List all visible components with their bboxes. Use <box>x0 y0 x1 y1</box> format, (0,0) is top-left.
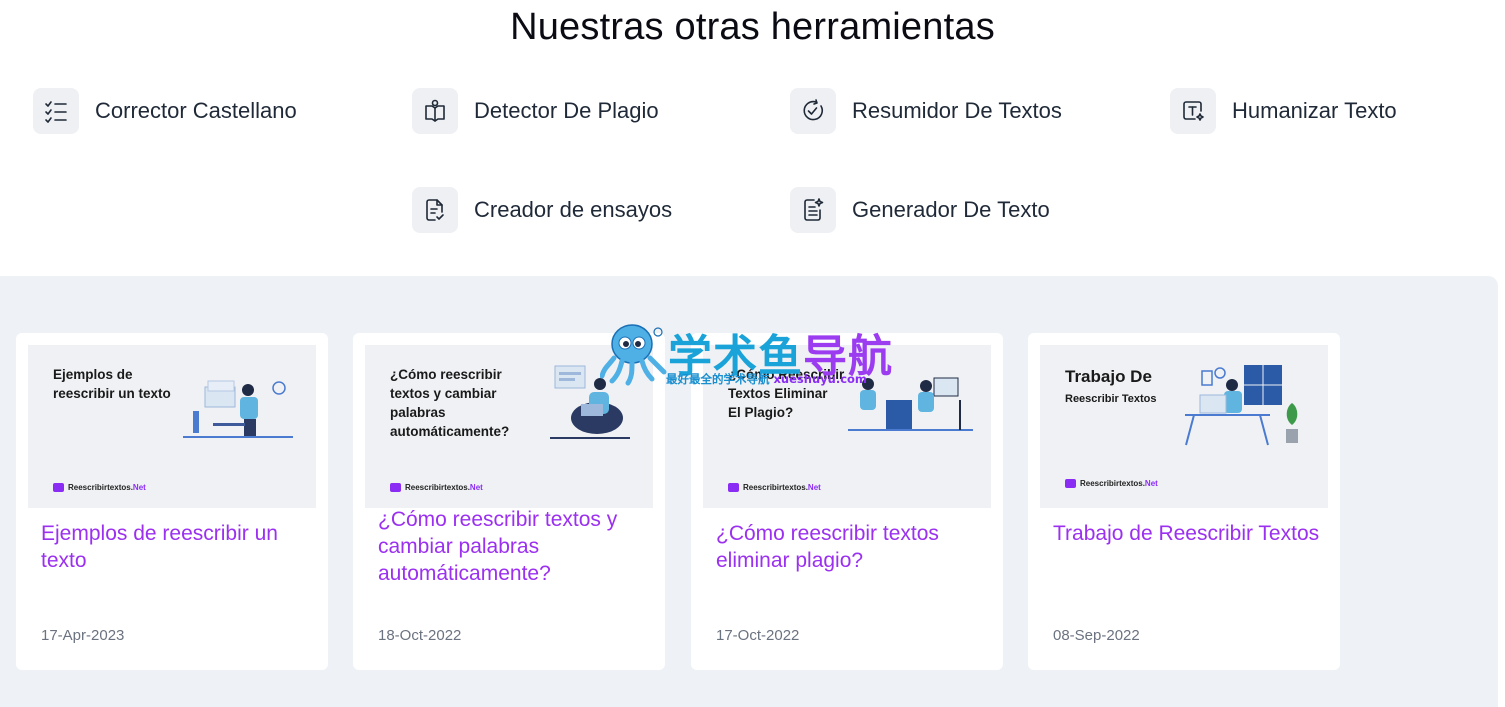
article-thumbnail[interactable]: Ejemplos de reescribir un texto Reescrib… <box>28 345 316 508</box>
article-card[interactable]: Trabajo De Reescribir Textos Reescribirt… <box>1028 333 1340 670</box>
people-working-illustration <box>848 377 973 431</box>
article-card[interactable]: ¿Cómo Reescribir Textos Eliminar El Plag… <box>691 333 1003 670</box>
document-sparkle-icon <box>790 187 836 233</box>
article-card[interactable]: ¿Cómo reescribir textos y cambiar palabr… <box>353 333 665 670</box>
tool-label: Generador De Texto <box>852 197 1050 222</box>
page-title: Nuestras otras herramientas <box>510 6 995 48</box>
tool-label: Creador de ensayos <box>474 197 673 222</box>
tool-generador-de-texto[interactable]: Generador De Texto <box>790 186 1050 234</box>
article-date: 08-Sep-2022 <box>1053 627 1140 644</box>
brand-logo: Reescribirtextos. Net <box>728 483 821 492</box>
tool-label: Detector De Plagio <box>474 98 659 123</box>
thumbnail-heading: ¿Cómo reescribir textos y cambiar palabr… <box>390 367 510 439</box>
tool-humanizar-texto[interactable]: Humanizar Texto <box>1170 87 1397 135</box>
office-desk-illustration <box>1185 365 1298 446</box>
text-sparkle-icon <box>1170 88 1216 134</box>
tool-creador-de-ensayos[interactable]: Creador de ensayos <box>412 186 672 234</box>
tool-label: Resumidor De Textos <box>852 98 1062 123</box>
tool-corrector-castellano[interactable]: Corrector Castellano <box>33 87 297 135</box>
tool-label: Humanizar Texto <box>1232 98 1397 123</box>
article-title-link[interactable]: ¿Cómo reescribir textos y cambiar palabr… <box>378 506 650 587</box>
circle-check-icon <box>790 88 836 134</box>
article-card[interactable]: Ejemplos de reescribir un texto Reescrib… <box>16 333 328 670</box>
tool-resumidor-de-textos[interactable]: Resumidor De Textos <box>790 87 1062 135</box>
article-title-link[interactable]: Trabajo de Reescribir Textos <box>1053 520 1325 547</box>
document-check-icon <box>412 187 458 233</box>
open-book-icon <box>412 88 458 134</box>
person-at-desk-illustration <box>183 380 293 438</box>
brand-logo: Reescribirtextos. Net <box>53 483 146 492</box>
person-with-laptop-illustration <box>550 365 630 439</box>
article-title-link[interactable]: Ejemplos de reescribir un texto <box>41 520 313 574</box>
brand-logo: Reescribirtextos. Net <box>1065 479 1158 488</box>
article-title-link[interactable]: ¿Cómo reescribir textos eliminar plagio? <box>716 520 988 574</box>
article-thumbnail[interactable]: ¿Cómo Reescribir Textos Eliminar El Plag… <box>703 345 991 508</box>
article-date: 17-Apr-2023 <box>41 627 125 644</box>
thumbnail-subheading: Reescribir Textos <box>1065 393 1157 405</box>
checklist-icon <box>33 88 79 134</box>
article-date: 18-Oct-2022 <box>378 627 462 644</box>
thumbnail-heading: Ejemplos de reescribir un texto <box>53 367 171 401</box>
article-thumbnail[interactable]: Trabajo De Reescribir Textos Reescribirt… <box>1040 345 1328 508</box>
brand-logo: Reescribirtextos. Net <box>390 483 483 492</box>
tool-detector-de-plagio[interactable]: Detector De Plagio <box>412 87 659 135</box>
thumbnail-heading: ¿Cómo Reescribir Textos Eliminar El Plag… <box>728 367 845 420</box>
thumbnail-heading: Trabajo De <box>1065 367 1152 386</box>
tool-label: Corrector Castellano <box>95 98 297 123</box>
article-date: 17-Oct-2022 <box>716 627 800 644</box>
article-thumbnail[interactable]: ¿Cómo reescribir textos y cambiar palabr… <box>365 345 653 508</box>
